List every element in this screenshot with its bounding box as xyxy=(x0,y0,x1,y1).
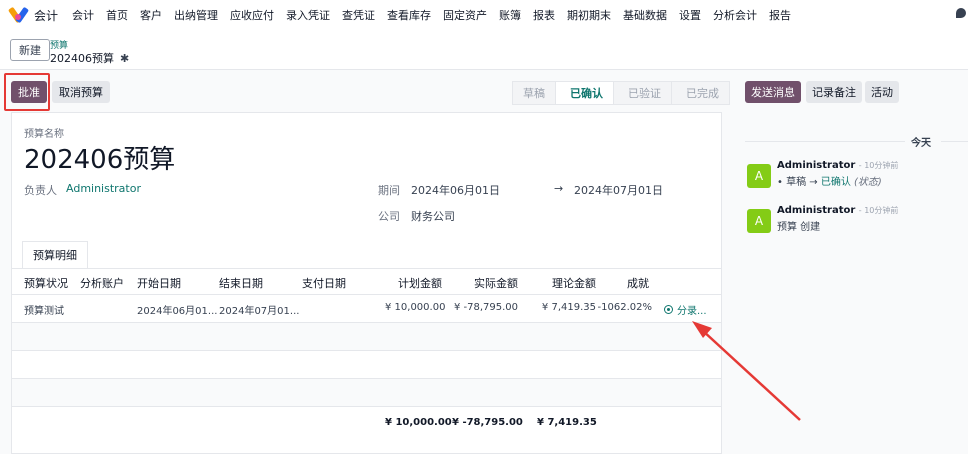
cancel-budget-button[interactable]: 取消预算 xyxy=(52,81,110,103)
nav-inventory[interactable]: 查看库存 xyxy=(387,7,431,23)
day-separator: 今天 xyxy=(745,134,968,149)
col-achievement[interactable]: 成就 xyxy=(627,275,649,291)
message-body: 预算 创建 xyxy=(777,222,821,233)
status-pipeline: 草稿 已确认 已验证 已完成 xyxy=(512,81,730,105)
budget-name[interactable]: 202406预算 xyxy=(24,139,175,176)
empty-row xyxy=(12,351,721,379)
period-start-field[interactable]: 2024年06月01日 xyxy=(411,182,500,198)
approve-button[interactable]: 批准 xyxy=(11,81,47,103)
period-label: 期间 xyxy=(378,184,400,197)
empty-row xyxy=(12,379,721,407)
col-analytic-account[interactable]: 分析账户 xyxy=(80,275,124,291)
app-logo-icon[interactable] xyxy=(7,6,30,24)
entries-button[interactable]: 分录... xyxy=(664,302,707,317)
empty-row xyxy=(12,323,721,351)
entries-circle-icon xyxy=(664,305,673,314)
total-planned: ¥ 10,000.00 xyxy=(385,417,452,428)
col-end-date[interactable]: 结束日期 xyxy=(219,275,263,291)
avatar[interactable]: A xyxy=(747,164,771,188)
tracking-value: • 草稿 → 已确认 (状态) xyxy=(777,173,882,188)
company-field[interactable]: 财务公司 xyxy=(411,208,455,224)
responsible-label: 负责人 xyxy=(24,184,57,197)
stage-confirmed[interactable]: 已确认 xyxy=(555,81,614,105)
totals-row: ¥ 10,000.00 ¥ -78,795.00 ¥ 7,419.35 xyxy=(12,409,721,439)
col-actual-amount[interactable]: 实际金额 xyxy=(474,275,518,291)
control-panel: 新建 预算 202406预算 ✱ xyxy=(0,30,968,70)
breadcrumb-current-label: 202406预算 xyxy=(50,52,114,65)
breadcrumb-current: 202406预算 ✱ xyxy=(50,50,129,66)
cell-start-date: 2024年06月01... xyxy=(137,306,218,317)
nav-ledgers[interactable]: 账簿 xyxy=(499,7,521,23)
author-name[interactable]: Administrator xyxy=(777,160,855,171)
col-planned-amount[interactable]: 计划金额 xyxy=(398,275,442,291)
table-row[interactable]: 预算测试 2024年06月01... 2024年07月01... ¥ 10,00… xyxy=(12,295,721,323)
message-author: Administrator - 10分钟前 xyxy=(777,160,898,171)
chatter-message: A Administrator - 10分钟前 • 草稿 → 已确认 (状态) xyxy=(747,160,967,196)
stage-validated[interactable]: 已验证 xyxy=(613,81,672,105)
author-name[interactable]: Administrator xyxy=(777,205,855,216)
app-name[interactable]: 会计 xyxy=(34,7,58,24)
cell-actual-amount: ¥ -78,795.00 xyxy=(453,302,518,313)
gear-icon[interactable]: ✱ xyxy=(120,52,129,65)
cell-achievement: -1062.02% xyxy=(597,302,652,313)
day-label: 今天 xyxy=(911,138,931,149)
activity-button[interactable]: 活动 xyxy=(865,81,899,103)
col-theoretical-amount[interactable]: 理论金额 xyxy=(552,275,596,291)
message-time: - 10分钟前 xyxy=(858,206,899,215)
nav-customers[interactable]: 客户 xyxy=(140,7,162,23)
chatter-message: A Administrator - 10分钟前 预算 创建 xyxy=(747,205,967,241)
col-paid-date[interactable]: 支付日期 xyxy=(302,275,346,291)
nav-settings[interactable]: 设置 xyxy=(679,7,701,23)
nav-enter-voucher[interactable]: 录入凭证 xyxy=(286,7,330,23)
nav-period[interactable]: 期初期末 xyxy=(567,7,611,23)
stage-draft[interactable]: 草稿 xyxy=(512,81,556,105)
budget-name-label: 预算名称 xyxy=(24,129,64,140)
cell-budget-status: 预算测试 xyxy=(24,306,64,317)
entries-label: 分录... xyxy=(677,306,707,317)
log-note-button[interactable]: 记录备注 xyxy=(806,81,862,103)
nav-master-data[interactable]: 基础数据 xyxy=(623,7,667,23)
table-header: 预算状况 分析账户 开始日期 结束日期 支付日期 计划金额 实际金额 理论金额 … xyxy=(12,269,721,295)
col-budget-status[interactable]: 预算状况 xyxy=(24,275,68,291)
nav-analytic[interactable]: 分析会计 xyxy=(713,7,757,23)
cell-planned-amount: ¥ 10,000.00 xyxy=(385,302,446,313)
nav-reports[interactable]: 报表 xyxy=(533,7,555,23)
nav-home[interactable]: 首页 xyxy=(106,7,128,23)
new-button[interactable]: 新建 xyxy=(10,39,50,61)
form-sheet: 预算名称 202406预算 负责人 Administrator 期间 2024年… xyxy=(11,112,722,454)
total-actual: ¥ -78,795.00 xyxy=(452,417,523,428)
nav-accounting[interactable]: 会计 xyxy=(72,7,94,23)
company-label: 公司 xyxy=(378,210,400,223)
tracking-arrow-icon: → xyxy=(809,177,818,188)
tab-budget-lines[interactable]: 预算明细 xyxy=(22,241,88,269)
tracking-old-value: 草稿 xyxy=(786,177,807,188)
cell-theoretical-amount: ¥ 7,419.35 xyxy=(541,302,596,313)
cell-end-date: 2024年07月01... xyxy=(219,306,300,317)
period-arrow-icon: → xyxy=(554,182,564,195)
tracking-new-value: 已确认 xyxy=(820,177,851,188)
message-time: - 10分钟前 xyxy=(858,161,899,170)
responsible-field[interactable]: Administrator xyxy=(66,182,141,195)
chat-icon[interactable] xyxy=(956,8,966,18)
message-author: Administrator - 10分钟前 xyxy=(777,205,898,216)
stage-done[interactable]: 已完成 xyxy=(671,81,730,105)
nav-receivable-payable[interactable]: 应收应付 xyxy=(230,7,274,23)
bullet-icon: • xyxy=(777,177,787,188)
top-navbar: 会计 会计 首页 客户 出纳管理 应收应付 录入凭证 查凭证 查看库存 固定资产… xyxy=(0,0,968,30)
period-end-field[interactable]: 2024年07月01日 xyxy=(574,182,663,198)
nav-view-voucher[interactable]: 查凭证 xyxy=(342,7,375,23)
tracking-field-name: (状态) xyxy=(854,177,882,188)
send-message-button[interactable]: 发送消息 xyxy=(745,81,801,103)
nav-cashier[interactable]: 出纳管理 xyxy=(174,7,218,23)
avatar[interactable]: A xyxy=(747,209,771,233)
nav-fixed-assets[interactable]: 固定资产 xyxy=(443,7,487,23)
total-theoretical: ¥ 7,419.35 xyxy=(537,417,597,428)
nav-report[interactable]: 报告 xyxy=(769,7,791,23)
col-start-date[interactable]: 开始日期 xyxy=(137,275,181,291)
